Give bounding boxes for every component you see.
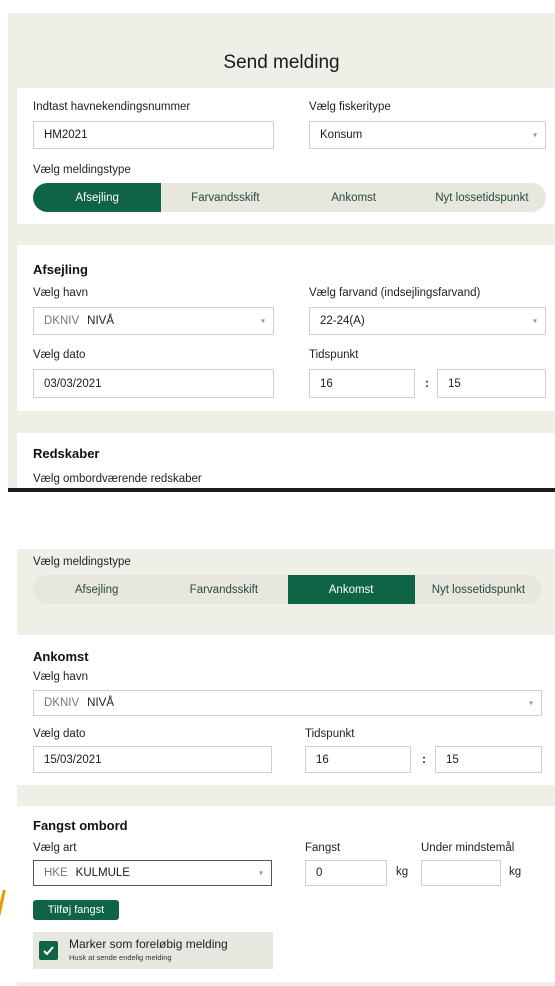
catch-label: Fangst xyxy=(305,842,341,854)
port-code: DKNIV xyxy=(44,697,80,709)
catch-title: Fangst ombord xyxy=(33,818,128,833)
fishery-select[interactable]: Konsum ▾ xyxy=(309,121,546,149)
ankomst-title: Ankomst xyxy=(33,649,89,664)
port-label-2: Vælg havn xyxy=(33,671,88,683)
left-edge-accent xyxy=(0,890,6,916)
message-type-segmented: Afsejling Farvandsskift Ankomst Nyt loss… xyxy=(33,183,546,212)
hour-input-2[interactable]: 16 xyxy=(305,746,411,773)
message-type-segmented-2: Afsejling Farvandsskift Ankomst Nyt loss… xyxy=(33,575,542,604)
tab-ankomst[interactable]: Ankomst xyxy=(290,183,418,212)
undersize-label: Under mindstemål xyxy=(421,842,515,854)
tab-farvandsskift[interactable]: Farvandsskift xyxy=(160,575,287,604)
water-select[interactable]: 22-24(A) ▾ xyxy=(309,307,546,335)
harbor-id-label: Indtast havnekendingsnummer xyxy=(33,101,191,113)
time-separator: : xyxy=(425,376,429,390)
tab-nyt-lossetidspunkt[interactable]: Nyt lossetidspunkt xyxy=(418,183,546,212)
catch-input[interactable]: 0 xyxy=(305,860,387,886)
msgtype-label-2: Vælg meldingstype xyxy=(33,556,131,568)
hour-input[interactable]: 16 xyxy=(309,369,415,398)
gear-title: Redskaber xyxy=(33,446,100,461)
species-label: Vælg art xyxy=(33,842,77,854)
screen1-bottom-edge xyxy=(8,488,555,492)
water-label: Vælg farvand (indsejlingsfarvand) xyxy=(309,287,481,299)
chevron-down-icon: ▾ xyxy=(532,130,537,140)
port-code: DKNIV xyxy=(44,315,80,327)
undersize-unit: kg xyxy=(509,866,522,878)
catch-unit: kg xyxy=(396,866,409,878)
harbor-id-input[interactable]: HM2021 xyxy=(33,121,274,149)
chevron-down-icon: ▾ xyxy=(532,316,537,326)
date-input[interactable]: 03/03/2021 xyxy=(33,369,274,398)
chevron-down-icon: ▾ xyxy=(260,316,265,326)
port-name: NIVÅ xyxy=(87,315,114,327)
afsejling-title: Afsejling xyxy=(33,262,88,277)
time-label-2: Tidspunkt xyxy=(305,728,355,740)
water-value: 22-24(A) xyxy=(320,315,365,327)
port-name: NIVÅ xyxy=(87,697,114,709)
prelim-checkbox[interactable] xyxy=(39,941,58,960)
port-label: Vælg havn xyxy=(33,287,88,299)
fishery-label: Vælg fiskeritype xyxy=(309,101,391,113)
tab-afsejling[interactable]: Afsejling xyxy=(33,183,162,212)
date-input-2[interactable]: 15/03/2021 xyxy=(33,746,272,773)
tab-nyt-lossetidspunkt[interactable]: Nyt lossetidspunkt xyxy=(415,575,542,604)
species-code: HKE xyxy=(44,867,68,879)
minute-input[interactable]: 15 xyxy=(437,369,546,398)
prelim-label: Marker som foreløbig melding xyxy=(69,937,228,951)
chevron-down-icon: ▾ xyxy=(258,868,263,878)
tab-farvandsskift[interactable]: Farvandsskift xyxy=(161,183,289,212)
page-title: Send melding xyxy=(223,52,340,73)
tab-afsejling[interactable]: Afsejling xyxy=(33,575,160,604)
check-icon xyxy=(43,946,54,956)
minute-input-2[interactable]: 15 xyxy=(435,746,542,773)
time-label: Tidspunkt xyxy=(309,349,359,361)
port-select[interactable]: DKNIV NIVÅ ▾ xyxy=(33,307,274,335)
fishery-value: Konsum xyxy=(320,129,363,141)
gear-label: Vælg ombordværende redskaber xyxy=(33,473,202,485)
chevron-down-icon: ▾ xyxy=(528,698,533,708)
date-label-2: Vælg dato xyxy=(33,728,86,740)
undersize-input[interactable] xyxy=(421,860,501,886)
species-select[interactable]: HKE KULMULE ▾ xyxy=(33,860,272,886)
time-separator: : xyxy=(422,752,426,766)
tab-ankomst[interactable]: Ankomst xyxy=(287,575,415,604)
add-catch-button[interactable]: Tilføj fangst xyxy=(33,900,119,920)
species-name: KULMULE xyxy=(75,867,130,879)
date-label: Vælg dato xyxy=(33,349,86,361)
port-select-2[interactable]: DKNIV NIVÅ ▾ xyxy=(33,690,542,716)
msgtype-label: Vælg meldingstype xyxy=(33,164,131,176)
prelim-hint: Husk at sende endelig melding xyxy=(69,953,172,962)
